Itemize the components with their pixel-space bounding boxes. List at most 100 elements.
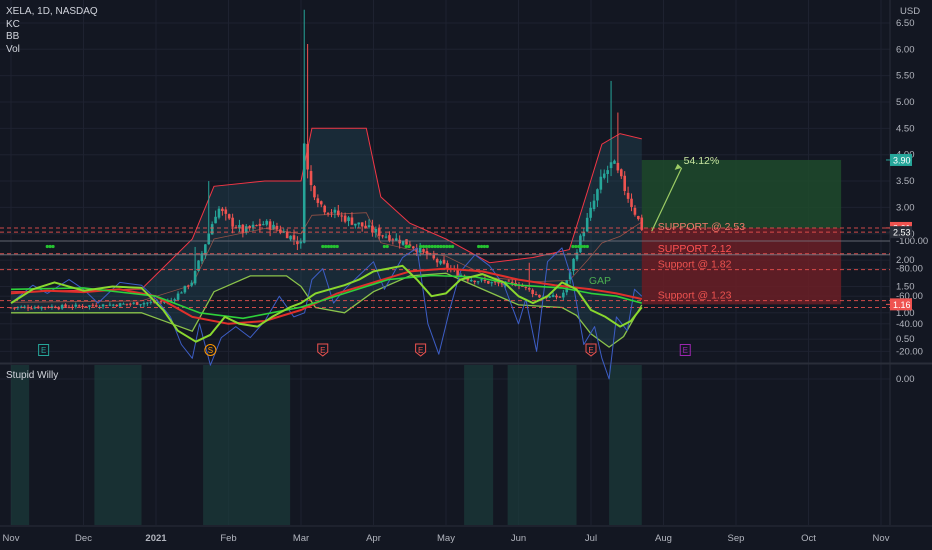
price-tick: 5.00 (896, 97, 915, 108)
candle-body (326, 212, 330, 214)
time-tick: 2021 (145, 533, 167, 544)
candle-body (125, 303, 129, 305)
event-marker-letter: E (588, 346, 593, 355)
candle-body (139, 304, 142, 306)
indicator-vol[interactable]: Vol (6, 44, 98, 57)
time-tick: Apr (366, 533, 381, 544)
time-axis[interactable]: Nov Dec 2021 Feb Mar Apr May Jun Jul Aug Sep Oct Nov (3, 533, 890, 544)
candle-body (200, 253, 204, 262)
candle-body (330, 212, 333, 214)
candle-body (548, 296, 551, 298)
candle-body (67, 307, 71, 309)
candle-body (289, 235, 292, 240)
candle-body (101, 304, 105, 307)
candle-body (398, 239, 401, 244)
candle-body (217, 208, 221, 218)
candle-body (592, 200, 596, 210)
osc-dot (436, 244, 440, 249)
candle-body (483, 280, 487, 282)
candle-body (135, 302, 139, 305)
osc-dot (335, 244, 339, 249)
osc-dot (385, 244, 389, 249)
time-tick: Nov (3, 533, 20, 544)
indicator-kc[interactable]: KC (6, 19, 98, 32)
candle-body (319, 201, 323, 205)
price-axis[interactable]: USD0.501.001.502.002.503.003.504.004.505… (886, 6, 928, 385)
candle-body (129, 303, 132, 305)
candle-body (476, 281, 480, 283)
candle-body (367, 225, 371, 228)
time-tick: Aug (655, 533, 672, 544)
candle-body (241, 224, 245, 233)
candle-body (435, 259, 439, 263)
candle-body (394, 238, 398, 241)
osc-dot (574, 244, 578, 249)
oscillator-title[interactable]: Stupid Willy (6, 370, 58, 381)
candle-body (285, 231, 289, 239)
gap-label: GAP (589, 275, 611, 287)
event-marker-letter: E (320, 346, 325, 355)
candle-body (292, 235, 296, 240)
candle-body (633, 207, 637, 215)
osc-dot (585, 244, 589, 249)
candle-body (77, 305, 81, 307)
osc-dot (424, 244, 429, 249)
indicator-legend: XELA, 1D, NASDAQ KC BB Vol (6, 6, 98, 56)
stock-chart[interactable]: 54.12% SUPPORT @ 2.53 SUPPORT 2.12 Support … (0, 0, 932, 550)
support-label: SUPPORT 2.12 (658, 243, 732, 255)
event-marker-letter: E (418, 346, 423, 355)
currency-label: USD (900, 6, 920, 17)
event-markers[interactable]: ESEEEE (38, 343, 691, 357)
candle-body (381, 235, 384, 237)
event-marker-letter: E (41, 346, 46, 355)
candle-body (132, 302, 136, 304)
candle-body (623, 175, 627, 192)
candle-body (609, 162, 613, 169)
osc-shaded-zone (507, 365, 577, 525)
candle-body (333, 209, 337, 213)
osc-tick: 0.00 (896, 374, 915, 385)
candle-body (142, 303, 146, 305)
osc-dot (324, 244, 328, 249)
osc-dot (450, 244, 455, 249)
symbol-title[interactable]: XELA, 1D, NASDAQ (6, 6, 98, 19)
candle-body (207, 233, 211, 245)
price-label: 1.16 (893, 300, 911, 310)
candle-body (507, 280, 511, 282)
candle-body (176, 293, 180, 300)
candle-body (599, 176, 603, 190)
candle-body (527, 288, 531, 290)
gain-percent: 54.12% (684, 155, 720, 167)
osc-shaded-zone (11, 365, 30, 525)
candle-body (122, 303, 125, 305)
candle-body (57, 308, 61, 310)
candle-body (313, 186, 316, 198)
osc-dot (430, 244, 434, 249)
candle-body (439, 260, 442, 264)
candle-body (480, 279, 483, 281)
time-tick: May (437, 533, 455, 544)
osc-dot (445, 244, 449, 249)
candle-body (534, 294, 538, 296)
candle-body (111, 304, 115, 306)
candle-body (446, 263, 449, 269)
candle-body (193, 271, 197, 284)
candle-body (262, 224, 265, 226)
osc-dot (382, 244, 386, 249)
candle-body (221, 208, 224, 212)
candle-body (74, 304, 78, 307)
candle-body (251, 224, 255, 228)
osc-dot (582, 244, 587, 249)
candle-body (391, 239, 395, 241)
osc-dot (433, 244, 437, 249)
candle-body (596, 189, 599, 201)
candle-body (64, 304, 67, 307)
candle-body (558, 296, 562, 298)
candle-body (180, 292, 183, 294)
osc-dot (321, 244, 325, 249)
candle-body (562, 292, 565, 298)
time-tick: Mar (293, 533, 309, 544)
candle-body (30, 308, 33, 310)
candle-body (371, 225, 374, 233)
indicator-bb[interactable]: BB (6, 31, 98, 44)
